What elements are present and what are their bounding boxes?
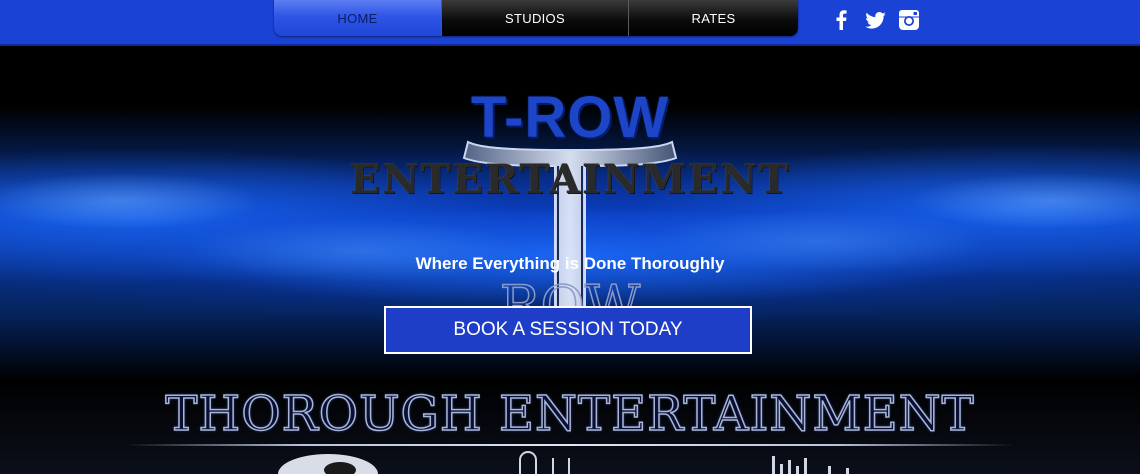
equalizer-icon — [772, 456, 849, 474]
book-session-button[interactable]: BOOK A SESSION TODAY — [384, 306, 752, 354]
book-session-label: BOOK A SESSION TODAY — [453, 319, 683, 340]
twitter-icon[interactable] — [864, 9, 886, 31]
nav-studios[interactable]: STUDIOS — [442, 0, 629, 36]
nav-studios-label: STUDIOS — [505, 10, 565, 26]
top-bar: HOME STUDIOS RATES — [0, 0, 1140, 46]
headphone-icon — [519, 451, 537, 474]
nav-rates-label: RATES — [691, 10, 736, 26]
brand-title: T-ROW — [470, 85, 670, 150]
hero-section: ROW T-ROW ENTERTAINMENT Where Everything… — [0, 46, 1140, 474]
bottom-decoration — [278, 451, 849, 474]
nav-home[interactable]: HOME — [274, 0, 442, 36]
instagram-icon[interactable] — [898, 9, 920, 31]
main-nav: HOME STUDIOS RATES — [274, 0, 798, 36]
facebook-icon[interactable] — [832, 9, 850, 31]
brand-subtitle: ENTERTAINMENT — [349, 156, 791, 203]
footer-brand-title: THOROUGH ENTERTAINMENT — [165, 385, 975, 443]
nav-rates[interactable]: RATES — [629, 0, 798, 36]
tagline: Where Everything is Done Thoroughly — [415, 254, 725, 273]
nav-home-label: HOME — [337, 10, 378, 26]
